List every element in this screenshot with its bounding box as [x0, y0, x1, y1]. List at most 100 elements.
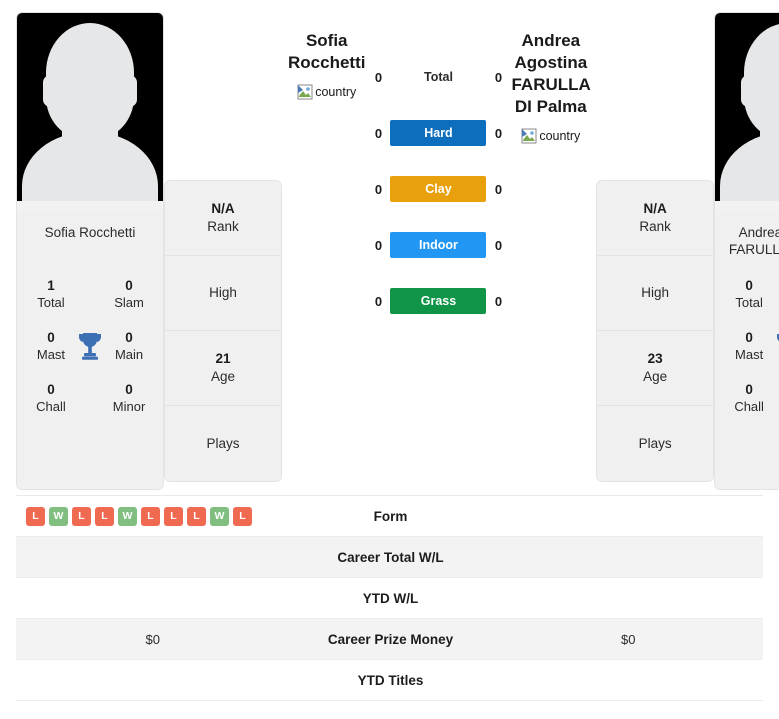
left-age-row: 21 Age	[165, 331, 281, 406]
left-player-avatar	[17, 13, 163, 210]
table-row: YTD Titles	[16, 660, 763, 701]
right-total-titles-value: 0	[745, 278, 753, 293]
left-minor-titles: 0 Minor	[109, 381, 149, 415]
left-titles-row-2: 0 Mast 0 Main	[25, 320, 155, 372]
right-mast-titles-value: 0	[745, 330, 753, 345]
form-badge: L	[26, 506, 45, 526]
stat-label: YTD W/L	[362, 590, 419, 606]
trophy-icon	[777, 334, 779, 341]
h2h-row: 0 Hard 0	[371, 120, 505, 146]
avatar-shoulders-shape	[22, 132, 158, 210]
comparison-header: Sofia Rocchetti 1 Total 0 Slam 0 Mast 0 …	[0, 0, 779, 495]
form-badge: W	[210, 506, 229, 526]
right-total-titles-label: Total	[735, 295, 763, 310]
head-to-head-surfaces: 0 Total 0 0 Hard 0 0 Clay 0 0 Indoor 0 0	[371, 12, 505, 314]
left-titles-row-3: 0 Chall 0 Minor	[25, 372, 155, 424]
broken-image-icon	[297, 84, 313, 100]
left-player-name-block: Sofia Rocchetti country	[282, 12, 371, 105]
stat-label: Form	[373, 508, 408, 524]
right-age-row: 23 Age	[597, 331, 714, 406]
h2h-right-score: 0	[494, 181, 503, 197]
right-rank-value: N/A	[643, 201, 667, 216]
left-age-value: 21	[215, 351, 231, 366]
left-mast-titles: 0 Mast	[31, 329, 71, 363]
right-chall-titles-value: 0	[745, 382, 753, 397]
left-main-titles-label: Main	[114, 347, 144, 362]
left-player-info-card: N/A Rank High 21 Age Plays	[164, 180, 282, 482]
left-main-titles-value: 0	[125, 330, 133, 345]
form-badge: L	[95, 506, 114, 526]
avatar-shoulders-shape	[720, 132, 779, 210]
right-player-avatar	[715, 13, 779, 210]
right-plays-row: Plays	[597, 406, 714, 481]
h2h-surface-label-clay[interactable]: Clay	[390, 176, 487, 202]
left-minor-titles-value: 0	[125, 382, 133, 397]
left-country-flag-placeholder: country	[297, 84, 356, 100]
left-high-row: High	[165, 256, 281, 331]
table-row: YTD W/L	[16, 578, 763, 619]
left-form-badges: L W L L W L L L W L	[26, 506, 252, 526]
right-titles-grid: 0 Total 0 Slam 0 Mast	[723, 268, 779, 424]
avatar-base-strip	[715, 201, 779, 210]
right-plays-label: Plays	[638, 435, 672, 451]
left-trophy-wrap	[71, 331, 109, 361]
right-player-name-line1: Andrea Agostina	[514, 31, 588, 72]
form-left-cell: L W L L W L L L W L	[16, 506, 288, 526]
right-total-titles: 0 Total	[729, 277, 769, 311]
h2h-left-score: 0	[374, 237, 383, 253]
h2h-surface-label-grass[interactable]: Grass	[390, 288, 487, 314]
left-rank-label: Rank	[207, 219, 239, 234]
right-player-info-card: N/A Rank High 23 Age Plays	[596, 180, 715, 482]
left-chall-titles: 0 Chall	[31, 381, 71, 415]
right-player-name-line2: FARULLA DI Palma	[511, 75, 591, 116]
left-total-titles: 1 Total	[31, 277, 71, 311]
left-slam-titles: 0 Slam	[109, 277, 149, 311]
h2h-row: 0 Total 0	[371, 64, 505, 90]
h2h-surface-label-indoor[interactable]: Indoor	[390, 232, 487, 258]
h2h-surface-label-hard[interactable]: Hard	[390, 120, 487, 146]
left-player-titles-panel: Sofia Rocchetti 1 Total 0 Slam 0 Mast 0 …	[17, 210, 163, 489]
right-high-row: High	[597, 256, 714, 331]
h2h-left-score: 0	[374, 181, 383, 197]
right-age-value: 23	[647, 351, 663, 366]
left-player-card[interactable]: Sofia Rocchetti 1 Total 0 Slam 0 Mast 0 …	[16, 12, 164, 490]
right-age-label: Age	[643, 369, 668, 384]
form-badge: W	[118, 506, 137, 526]
h2h-row: 0 Indoor 0	[371, 232, 505, 258]
stat-label: Career Total W/L	[337, 549, 444, 565]
table-row: $0 Career Prize Money $0	[16, 619, 763, 660]
right-player-titles-panel: Andrea Agostina FARULLA DI Palma 0 Total…	[715, 210, 779, 489]
broken-image-icon	[521, 128, 537, 144]
left-mast-titles-value: 0	[47, 330, 55, 345]
player-comparison-page: Sofia Rocchetti 1 Total 0 Slam 0 Mast 0 …	[0, 0, 779, 719]
stat-label: YTD Titles	[357, 672, 424, 688]
form-badge: L	[72, 506, 91, 526]
right-titles-row-3: 0 Chall 0 Minor	[723, 372, 779, 424]
h2h-row: 0 Grass 0	[371, 288, 505, 314]
left-rank-row: N/A Rank	[165, 181, 281, 256]
left-player-name-line1: Sofia	[305, 31, 348, 50]
stat-label: Career Prize Money	[327, 631, 454, 647]
prize-money-left-value: $0	[145, 631, 160, 647]
left-high-label: High	[209, 285, 237, 300]
avatar-ear-right	[122, 75, 137, 107]
form-badge: L	[141, 506, 160, 526]
left-minor-titles-label: Minor	[112, 399, 146, 414]
right-player-card-name-line2: FARULLA DI Palma	[728, 242, 779, 257]
left-slam-titles-label: Slam	[114, 295, 144, 310]
right-player-card-name: Andrea Agostina FARULLA DI Palma	[723, 224, 779, 258]
avatar-ear-left	[741, 75, 757, 107]
left-slam-titles-value: 0	[125, 278, 133, 293]
table-row: L W L L W L L L W L Form	[16, 496, 763, 537]
left-titles-grid: 1 Total 0 Slam 0 Mast 0 Main 0 Chall 0 M…	[25, 268, 155, 424]
prize-money-right-value: $0	[621, 631, 636, 647]
form-badge: L	[233, 506, 252, 526]
left-total-titles-value: 1	[47, 278, 55, 293]
h2h-left-score: 0	[374, 293, 383, 309]
table-row: Career Total W/L	[16, 537, 763, 578]
right-player-card[interactable]: Andrea Agostina FARULLA DI Palma 0 Total…	[714, 12, 779, 490]
right-chall-titles-label: Chall	[734, 399, 764, 414]
h2h-right-score: 0	[494, 237, 503, 253]
right-chall-titles: 0 Chall	[729, 381, 769, 415]
left-chall-titles-label: Chall	[36, 399, 66, 414]
